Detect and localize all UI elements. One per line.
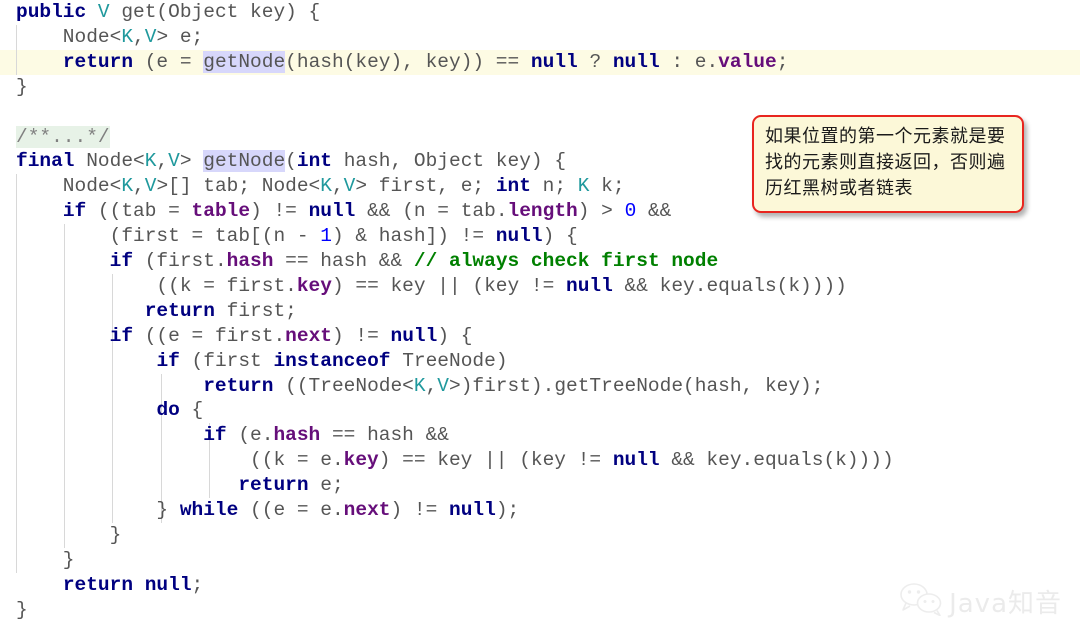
code-line: return e; xyxy=(238,474,344,497)
annotation-line-2: 找的元素则直接返回，否则遍 xyxy=(765,152,1006,173)
code-line: if (e.hash == hash && xyxy=(203,424,449,447)
code-line: Node<K,V> e; xyxy=(16,25,204,48)
annotation-callout: 如果位置的第一个元素就是要 找的元素则直接返回，否则遍 历红黑树或者链表 xyxy=(752,115,1024,213)
code-line: return first; xyxy=(144,299,297,322)
code-line: ((k = first.key) == key || (key != null … xyxy=(16,274,847,297)
code-line: } xyxy=(16,548,75,571)
annotation-line-3: 历红黑树或者链表 xyxy=(765,178,913,199)
annotation-line-1: 如果位置的第一个元素就是要 xyxy=(765,126,1006,147)
watermark: Java知音 xyxy=(899,582,1062,621)
code-viewer: public V get(Object key) { Node<K,V> e; … xyxy=(0,0,1080,639)
code-line: } xyxy=(16,523,122,546)
code-line: return (e = getNode(hash(key), key)) == … xyxy=(62,50,789,73)
code-line: if (first instanceof TreeNode) xyxy=(156,349,508,372)
code-line: } xyxy=(16,75,28,98)
code-line: (first = tab[(n - 1) & hash]) != null) { xyxy=(16,225,578,248)
code-line: return ((TreeNode<K,V>)first).getTreeNod… xyxy=(203,374,824,397)
code-line: ((k = e.key) == key || (key != null && k… xyxy=(16,449,894,472)
code-line: if (first.hash == hash && // always chec… xyxy=(109,250,719,272)
code-line: if ((e = first.next) != null) { xyxy=(109,324,473,347)
watermark-text: Java知音 xyxy=(949,589,1062,619)
code-line: do { xyxy=(156,399,204,422)
code-line: } while ((e = e.next) != null); xyxy=(16,499,520,521)
code-line: public V get(Object key) { xyxy=(16,1,321,23)
wechat-icon xyxy=(899,582,943,621)
